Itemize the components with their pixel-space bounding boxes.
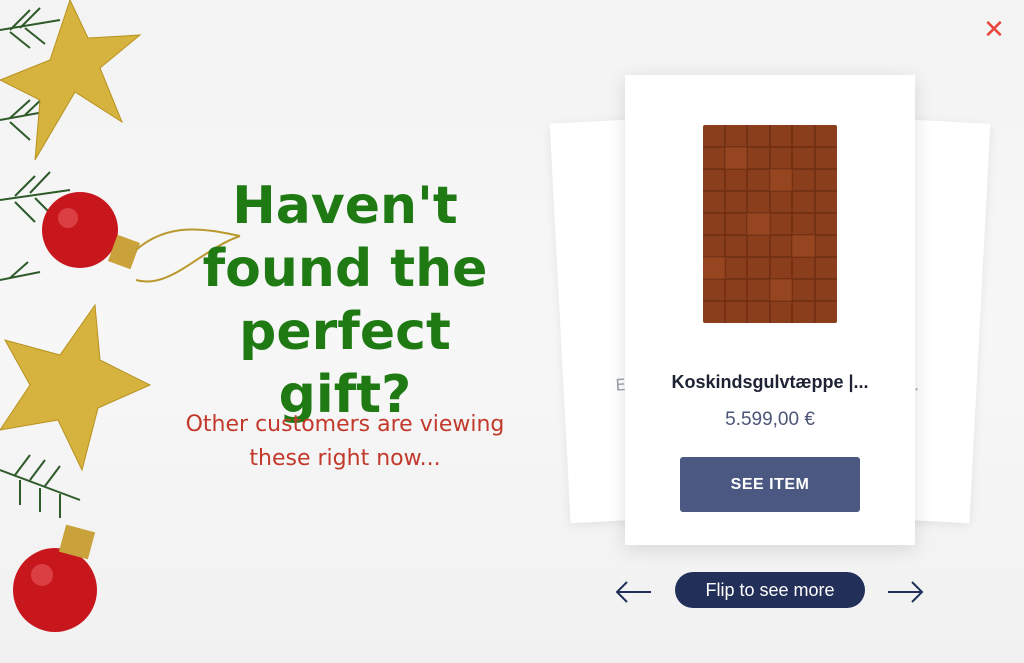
product-card[interactable]: Koskindsgulvtæppe |... 5.599,00 € SEE IT… xyxy=(625,75,915,545)
product-name[interactable]: Koskindsgulvtæppe |... xyxy=(645,372,895,393)
gold-star-icon xyxy=(0,0,142,161)
arrow-left-icon[interactable] xyxy=(613,578,653,606)
see-item-button[interactable]: SEE ITEM xyxy=(680,457,860,512)
flip-to-see-more-button[interactable]: Flip to see more xyxy=(675,572,865,608)
popup-subline: Other customers are viewing these right … xyxy=(185,412,505,471)
gold-star-icon xyxy=(0,303,152,472)
arrow-right-icon[interactable] xyxy=(886,578,926,606)
close-icon[interactable]: ✕ xyxy=(980,16,1008,44)
product-price: 5.599,00 € xyxy=(725,409,815,430)
cowhide-rug-image[interactable] xyxy=(703,125,837,323)
red-ornament-icon xyxy=(13,524,97,632)
popup-headline: Haven't found the perfect gift? xyxy=(202,176,488,425)
